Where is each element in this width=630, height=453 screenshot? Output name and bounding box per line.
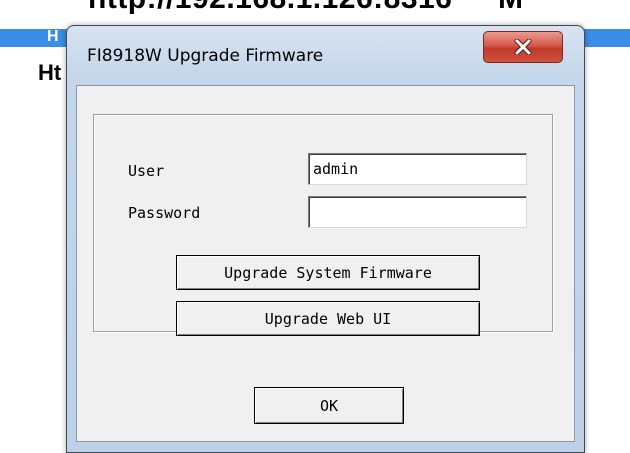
upgrade-web-ui-button[interactable]: Upgrade Web UI [176,301,480,336]
user-label: User [128,162,165,180]
ok-button[interactable]: OK [254,387,404,424]
user-field[interactable]: admin [308,153,527,185]
dialog-title: FI8918W Upgrade Firmware [87,46,324,66]
close-button[interactable] [483,31,563,63]
credentials-group: User admin Password Upgrade System Firmw… [93,114,553,336]
upgrade-system-firmware-button[interactable]: Upgrade System Firmware [176,255,480,290]
password-field[interactable] [308,196,527,228]
background-url-suffix: M [498,0,523,16]
background-heading-text: Ht [38,60,62,85]
background-highlight-text: H [47,28,59,45]
close-icon [513,39,533,55]
background-url-text: http://192.168.1.126:8316 [88,0,452,16]
dialog-client-area: User admin Password Upgrade System Firmw… [76,85,575,442]
password-label: Password [128,204,201,222]
upgrade-firmware-dialog: FI8918W Upgrade Firmware User admin Pass… [66,25,585,453]
